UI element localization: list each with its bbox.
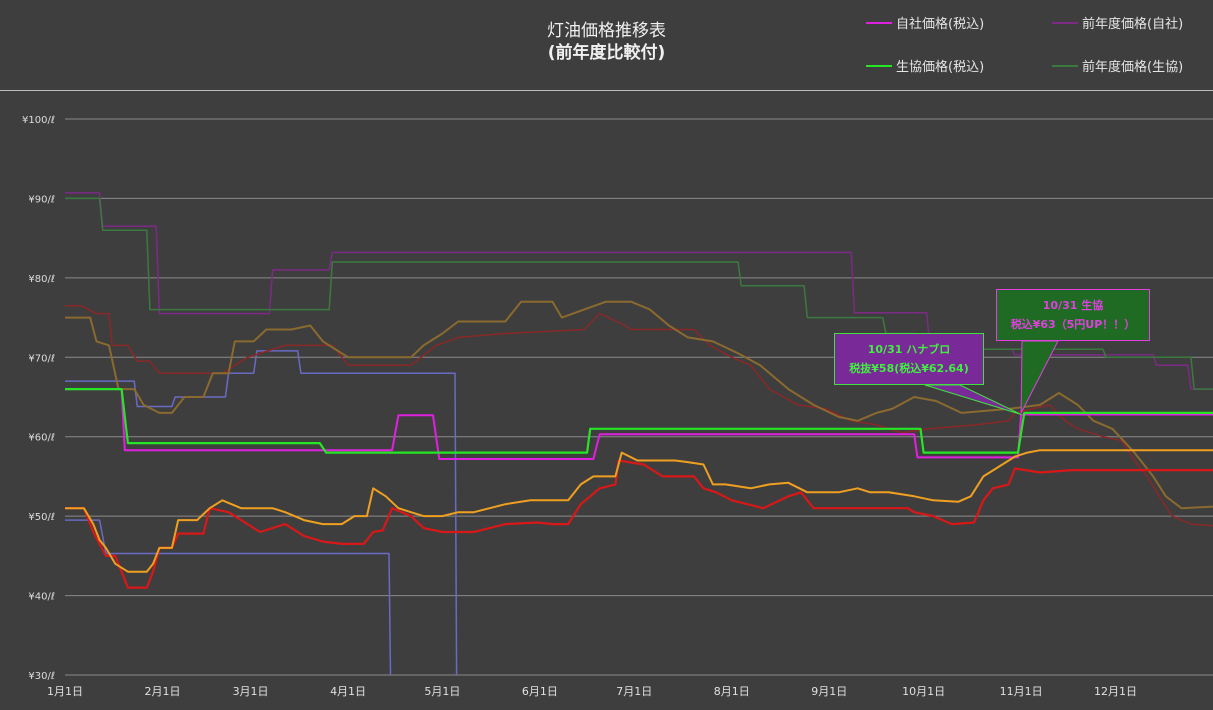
annotation-line: 税込¥63（5円UP！！） [1010,318,1136,331]
series-line-7 [65,388,1213,454]
annotation-callout: 10/31 生協税込¥63（5円UP！！） [996,289,1150,341]
y-tick-label: ¥90/ℓ [28,194,55,205]
x-tick-label: 11月1日 [1000,685,1043,698]
annotation-line: 税抜¥58(税込¥62.64) [849,362,969,375]
gridlines [65,118,1213,676]
y-axis-labels: ¥100/ℓ ¥90/ℓ ¥80/ℓ ¥70/ℓ ¥60/ℓ ¥50/ℓ ¥40/ℓ ¥30/… [22,115,55,682]
series-line-6 [65,388,1213,460]
chart-plot: ¥100/ℓ ¥90/ℓ ¥80/ℓ ¥70/ℓ ¥60/ℓ ¥50/ℓ ¥40/ℓ ¥30/… [22,115,1213,698]
annotation-pointer [1020,340,1059,414]
x-tick-label: 4月1日 [330,685,366,698]
x-tick-label: 6月1日 [522,685,558,698]
annotation-line: 10/31 生協 [1042,299,1104,312]
x-tick-label: 7月1日 [616,685,652,698]
annotation-pointer [924,384,1022,415]
x-tick-label: 1月1日 [47,685,83,698]
x-tick-label: 12月1日 [1094,685,1137,698]
y-tick-label: ¥80/ℓ [28,274,55,285]
x-tick-label: 3月1日 [233,685,269,698]
series-lines [65,192,1213,675]
annotation-callout: 10/31 ハナブロ税抜¥58(税込¥62.64) [834,333,984,385]
y-tick-label: ¥100/ℓ [22,115,55,126]
x-tick-label: 2月1日 [145,685,181,698]
y-tick-label: ¥60/ℓ [28,433,55,444]
series-line-8 [65,459,1213,589]
x-tick-label: 8月1日 [714,685,750,698]
y-tick-label: ¥50/ℓ [28,512,55,523]
x-axis-labels: 1月1日 2月1日 3月1日 4月1日 5月1日 6月1日 7月1日 8月1日 9月1日 10月1… [47,685,1137,698]
y-tick-label: ¥40/ℓ [28,592,55,603]
x-tick-label: 10月1日 [902,685,945,698]
annotation-line: 10/31 ハナブロ [867,343,951,356]
y-tick-label: ¥30/ℓ [28,671,55,682]
x-tick-label: 5月1日 [424,685,460,698]
x-tick-label: 9月1日 [811,685,847,698]
y-tick-label: ¥70/ℓ [28,353,55,364]
